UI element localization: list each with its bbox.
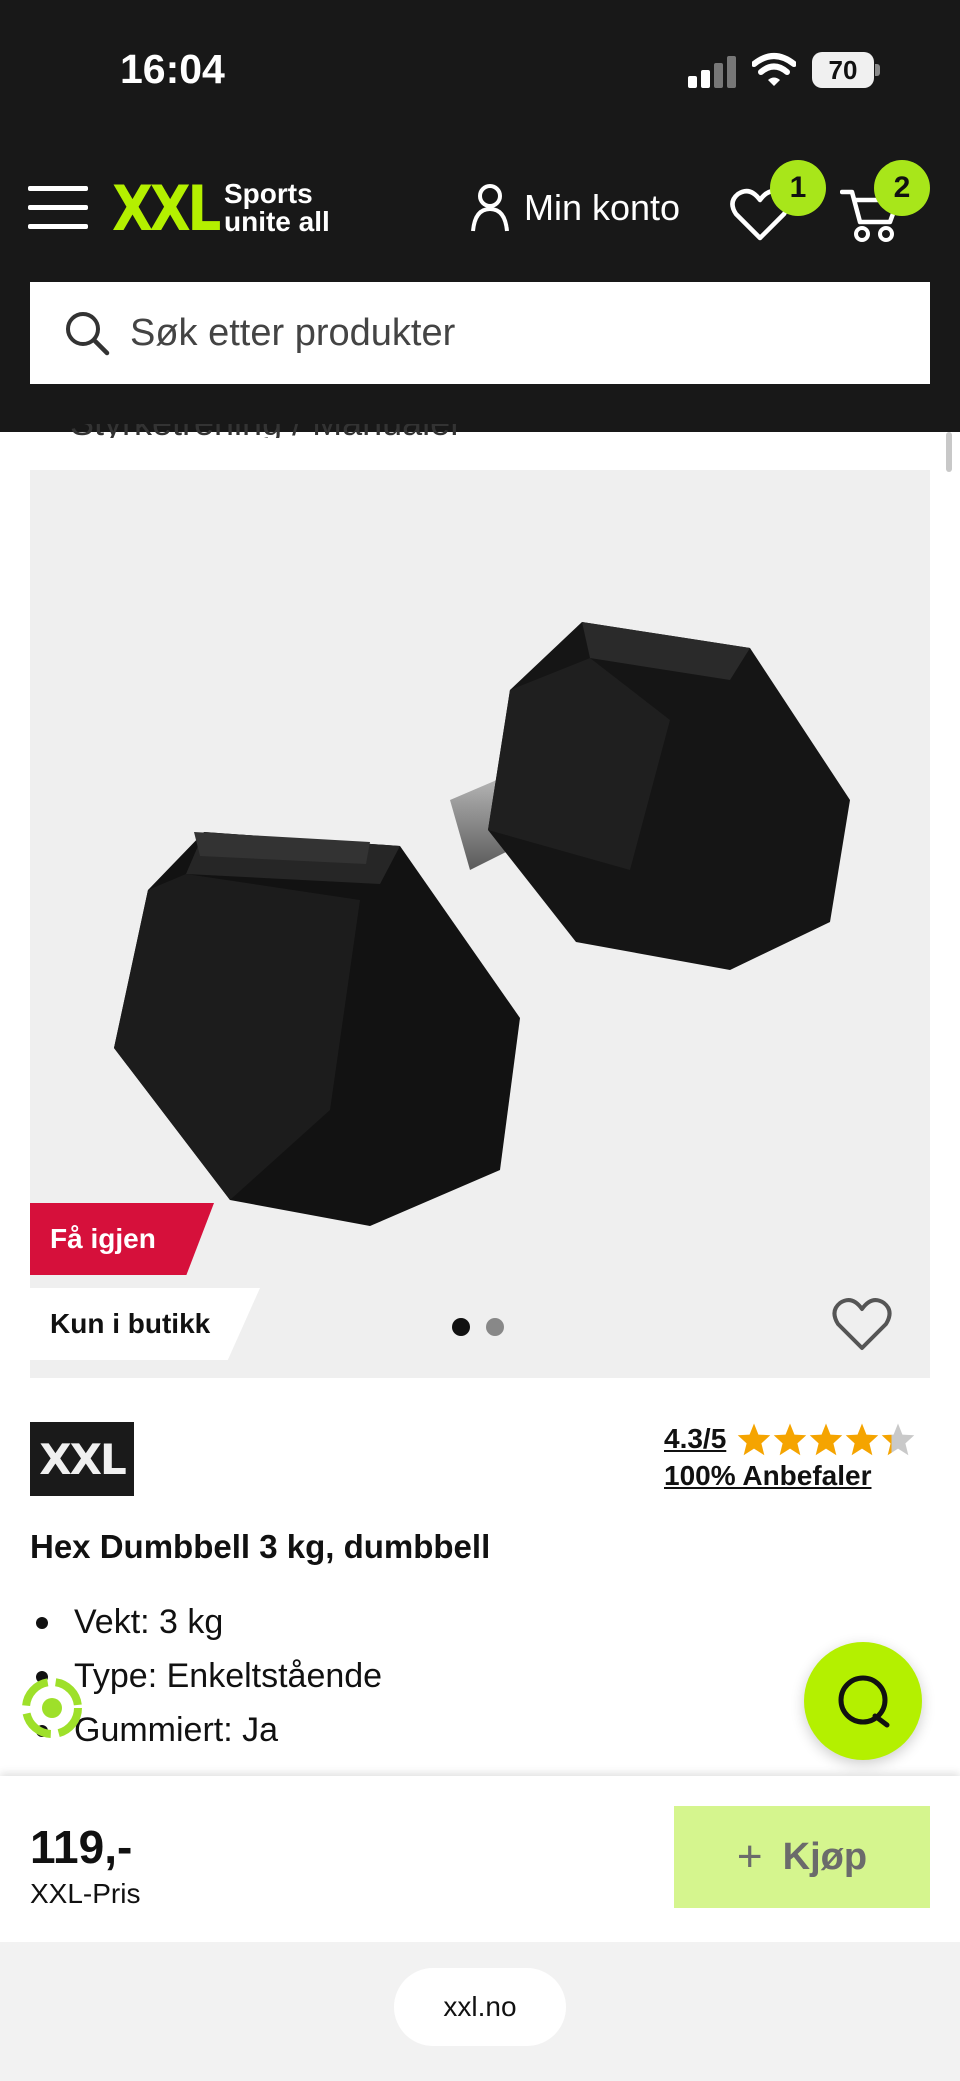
- xxl-logo[interactable]: XXL Sports unite all: [112, 172, 342, 245]
- breadcrumb[interactable]: Styrketrening / Manualer: [70, 424, 490, 438]
- browser-toolbar: xxl.no: [0, 1942, 960, 2081]
- buy-button[interactable]: + Kjøp: [674, 1806, 930, 1908]
- page-scrollbar[interactable]: [946, 432, 952, 472]
- cart-count-badge: 2: [874, 160, 930, 216]
- star-icon: [738, 1423, 771, 1456]
- user-icon: [471, 184, 509, 232]
- search-icon: [66, 312, 110, 356]
- address-bar[interactable]: xxl.no: [394, 1968, 566, 2046]
- add-to-wishlist-heart-icon[interactable]: [832, 1296, 892, 1352]
- chat-icon: [838, 1675, 890, 1728]
- battery-level: 70: [812, 52, 874, 88]
- search-placeholder: Søk etter produkter: [130, 311, 456, 354]
- buy-button-label: Kjøp: [782, 1835, 868, 1878]
- product-price: 119,-: [30, 1821, 133, 1873]
- logo-tagline: Sports unite all: [224, 180, 330, 236]
- plus-icon: +: [736, 1832, 763, 1881]
- product-image-carousel[interactable]: Få igjen Kun i butikk: [30, 470, 930, 1378]
- menu-icon[interactable]: [28, 186, 90, 230]
- site-header: 16:04 70 XXL Sports unite all Min konto …: [0, 0, 960, 432]
- carousel-dot-1[interactable]: [452, 1318, 470, 1336]
- purchase-bar: 119,- XXL-Pris + Kjøp: [0, 1776, 960, 1942]
- logo-wordmark: XXL: [112, 172, 221, 245]
- badge-store-only: Kun i butikk: [30, 1288, 260, 1360]
- logo-tagline-line-2: unite all: [224, 206, 330, 237]
- badge-get-back: Få igjen: [30, 1203, 214, 1275]
- star-icon: [774, 1423, 807, 1456]
- carousel-dot-2[interactable]: [486, 1318, 504, 1336]
- wifi-icon: [752, 53, 796, 86]
- recommend-rate[interactable]: 100% Anbefaler: [664, 1460, 872, 1492]
- chat-button[interactable]: [804, 1642, 922, 1760]
- price-label: XXL-Pris: [30, 1878, 141, 1909]
- logo-tagline-line-1: Sports: [224, 178, 313, 209]
- rating-score[interactable]: 4.3/5: [664, 1423, 726, 1455]
- product-rating[interactable]: 4.3/5 100% Anbefaler: [664, 1422, 944, 1492]
- battery-cap: [875, 64, 880, 76]
- status-time: 16:04: [120, 46, 225, 92]
- search-input[interactable]: Søk etter produkter: [30, 282, 930, 384]
- account-button[interactable]: Min konto: [470, 180, 680, 236]
- account-label: Min konto: [524, 187, 681, 228]
- star-icon: [810, 1423, 843, 1456]
- rating-stars: [736, 1422, 916, 1456]
- half-star-icon: [882, 1423, 915, 1456]
- recycle-icon[interactable]: [16, 1672, 88, 1744]
- product-title: Hex Dumbbell 3 kg, dumbbell: [30, 1528, 491, 1565]
- spec-item: Vekt: 3 kg: [30, 1600, 382, 1654]
- star-icon: [846, 1423, 879, 1456]
- carousel-dots: [452, 1318, 504, 1336]
- brand-logo[interactable]: XXL: [30, 1422, 134, 1496]
- wishlist-count-badge: 1: [770, 160, 826, 216]
- battery-indicator: 70: [812, 52, 880, 88]
- breadcrumb-text: Styrketrening / Manualer: [70, 424, 462, 438]
- cellular-signal-icon: [688, 56, 740, 88]
